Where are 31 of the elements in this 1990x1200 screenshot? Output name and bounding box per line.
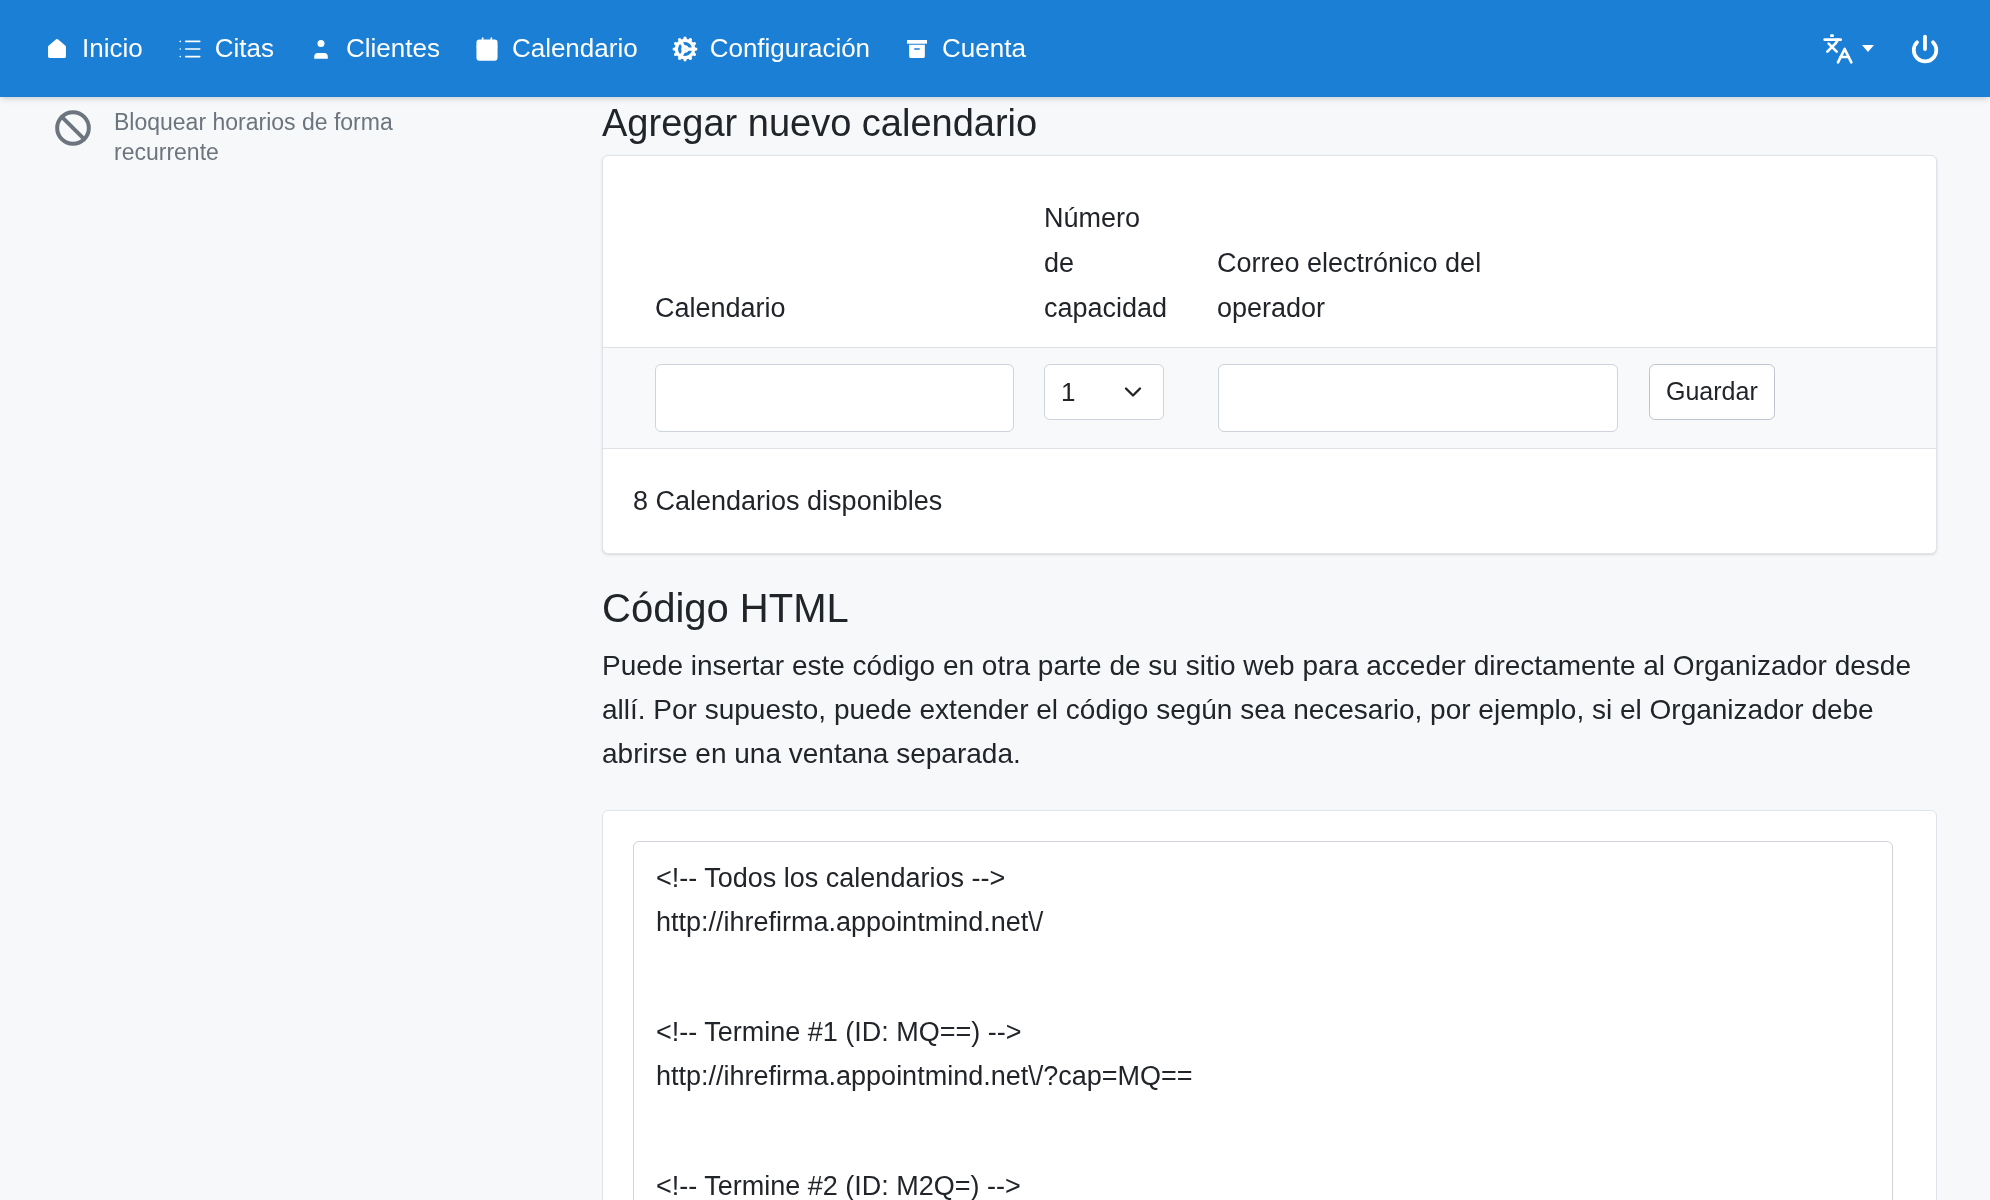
calendar-name-field[interactable] bbox=[655, 364, 1014, 432]
code-line: <!-- Termine #1 (ID: MQ==) --> bbox=[656, 1016, 1022, 1049]
gear-icon bbox=[671, 35, 698, 62]
translate-icon bbox=[1822, 32, 1854, 65]
column-header: Calendario bbox=[655, 292, 787, 325]
block-icon bbox=[54, 109, 92, 147]
section-title: Código HTML bbox=[602, 585, 850, 632]
code-field[interactable]: <!-- Todos los calendarios --> http://ihrefirma.appointmind.net\/ <!-- Termine #1 (ID: MQ==) --> http://ihrefirma.appointmind.net\/?cap=MQ== <!-- Termine #2 (ID: M2Q=) --> bbox=[633, 841, 1893, 1200]
column-header: Número de capacidad bbox=[1044, 202, 1169, 325]
nav-link[interactable]: Cuenta bbox=[904, 29, 1026, 68]
code-line: <!-- Termine #2 (ID: M2Q=) --> bbox=[656, 1170, 1021, 1200]
nav-link[interactable]: Configuración bbox=[671, 29, 871, 68]
caret-icon bbox=[1862, 45, 1874, 52]
code-line: <!-- Todos los calendarios --> bbox=[656, 862, 1006, 895]
calendar-count: 8 Calendarios disponibles bbox=[632, 485, 944, 518]
description-paragraph: Puede insertar este código en otra parte de su sitio web para acceder directamente al Organizador desde allí. Por supuesto, puede extender el código según sea necesario, por ejemplo, si el Organizador debe abrirse en una ventana separada. bbox=[602, 649, 1912, 771]
save-button[interactable]: Guardar bbox=[1649, 364, 1775, 420]
capacity-select[interactable]: 1 bbox=[1044, 364, 1164, 420]
nav-link[interactable]: Clientes bbox=[307, 29, 440, 68]
power-button[interactable] bbox=[1910, 33, 1940, 64]
nav-link[interactable]: Citas bbox=[176, 29, 274, 68]
section-title: Agregar nuevo calendario bbox=[602, 101, 1039, 145]
operator-email-field[interactable] bbox=[1218, 364, 1618, 432]
calendar-icon bbox=[473, 35, 500, 62]
language-menu-button[interactable] bbox=[1822, 32, 1874, 65]
nav-link[interactable]: Calendario bbox=[473, 29, 638, 68]
sidebar-link[interactable]: Bloquear horarios de forma recurrente bbox=[54, 107, 602, 167]
code-line: http://ihrefirma.appointmind.net\/?cap=MQ== bbox=[656, 1060, 1193, 1093]
column-header: Correo electrónico del operador bbox=[1217, 247, 1483, 325]
nav-link[interactable]: Inicio bbox=[44, 29, 143, 68]
code-line: http://ihrefirma.appointmind.net\/ bbox=[656, 906, 1044, 939]
